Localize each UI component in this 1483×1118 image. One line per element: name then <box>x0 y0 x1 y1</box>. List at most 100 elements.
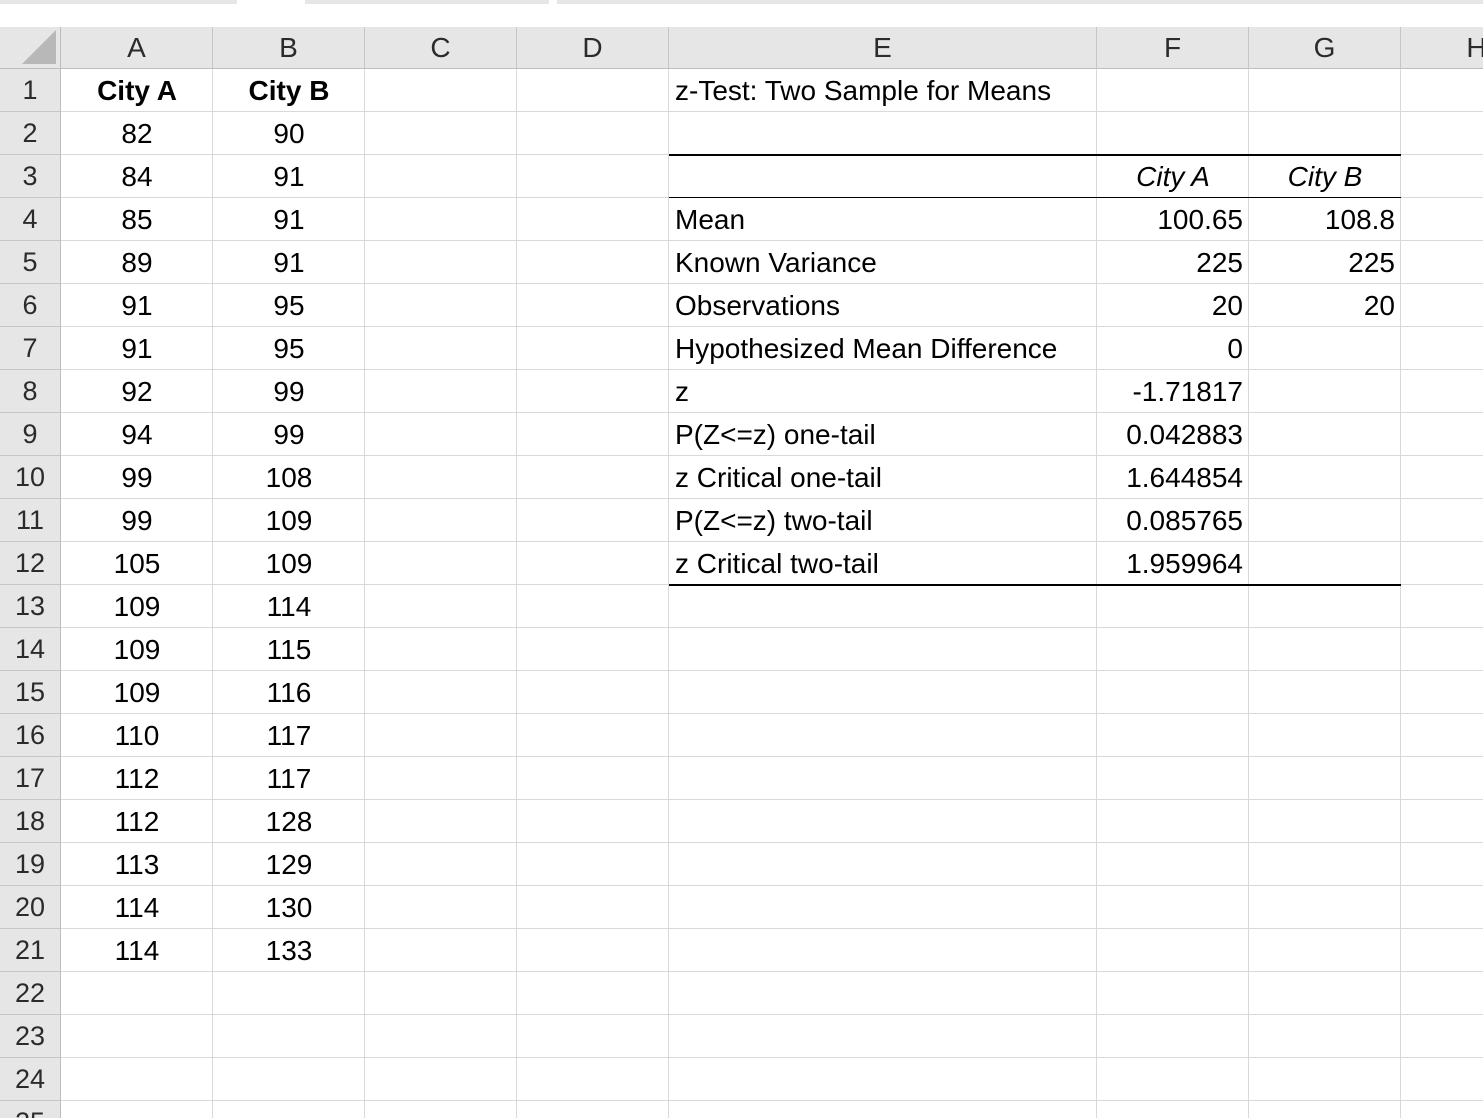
row-header-20[interactable]: 20 <box>0 886 61 929</box>
ztest-value-city-b[interactable] <box>1249 327 1401 370</box>
ztest-title[interactable]: z-Test: Two Sample for Means <box>669 69 1097 112</box>
cell-a16[interactable]: 110 <box>61 714 213 757</box>
cell-b12[interactable]: 109 <box>213 542 365 585</box>
ztest-row-label[interactable]: Mean <box>669 198 1097 241</box>
ztest-value-city-a[interactable]: 225 <box>1097 241 1249 284</box>
ztest-value-city-a[interactable]: 0.042883 <box>1097 413 1249 456</box>
ztest-row-label[interactable]: z Critical one-tail <box>669 456 1097 499</box>
column-header-a[interactable]: A <box>61 27 213 69</box>
cell-a3[interactable]: 84 <box>61 155 213 198</box>
cell-b14[interactable]: 115 <box>213 628 365 671</box>
cell-a18[interactable]: 112 <box>61 800 213 843</box>
cell-b18[interactable]: 128 <box>213 800 365 843</box>
ztest-value-city-b[interactable] <box>1249 456 1401 499</box>
row-header-9[interactable]: 9 <box>0 413 61 456</box>
cell-b5[interactable]: 91 <box>213 241 365 284</box>
ztest-value-city-b[interactable]: 108.8 <box>1249 198 1401 241</box>
row-header-11[interactable]: 11 <box>0 499 61 542</box>
ztest-row-label[interactable]: Observations <box>669 284 1097 327</box>
cell-a15[interactable]: 109 <box>61 671 213 714</box>
cell-b3[interactable]: 91 <box>213 155 365 198</box>
cell-a14[interactable]: 109 <box>61 628 213 671</box>
cell-a5[interactable]: 89 <box>61 241 213 284</box>
cell-b20[interactable]: 130 <box>213 886 365 929</box>
ztest-row-label[interactable]: P(Z<=z) two-tail <box>669 499 1097 542</box>
cell-a6[interactable]: 91 <box>61 284 213 327</box>
cell-b10[interactable]: 108 <box>213 456 365 499</box>
ztest-value-city-b[interactable]: 20 <box>1249 284 1401 327</box>
cell-b11[interactable]: 109 <box>213 499 365 542</box>
row-header-17[interactable]: 17 <box>0 757 61 800</box>
row-header-23[interactable]: 23 <box>0 1015 61 1058</box>
row-header-1[interactable]: 1 <box>0 69 61 112</box>
row-header-16[interactable]: 16 <box>0 714 61 757</box>
cell-b21[interactable]: 133 <box>213 929 365 972</box>
column-header-h[interactable]: H <box>1401 27 1483 69</box>
ztest-value-city-a[interactable]: 0 <box>1097 327 1249 370</box>
ztest-value-city-a[interactable]: 1.959964 <box>1097 542 1249 585</box>
column-header-c[interactable]: C <box>365 27 517 69</box>
cell-a19[interactable]: 113 <box>61 843 213 886</box>
select-all-corner[interactable] <box>0 27 61 69</box>
row-header-10[interactable]: 10 <box>0 456 61 499</box>
cell-a12[interactable]: 105 <box>61 542 213 585</box>
ztest-col-header-city-a[interactable]: City A <box>1097 155 1249 198</box>
cell-a8[interactable]: 92 <box>61 370 213 413</box>
ztest-value-city-a[interactable]: 1.644854 <box>1097 456 1249 499</box>
row-header-21[interactable]: 21 <box>0 929 61 972</box>
cell-a2[interactable]: 82 <box>61 112 213 155</box>
row-header-22[interactable]: 22 <box>0 972 61 1015</box>
row-header-8[interactable]: 8 <box>0 370 61 413</box>
ztest-value-city-b[interactable]: 225 <box>1249 241 1401 284</box>
row-header-6[interactable]: 6 <box>0 284 61 327</box>
row-header-2[interactable]: 2 <box>0 112 61 155</box>
ztest-row-label[interactable]: z Critical two-tail <box>669 542 1097 585</box>
cell-b17[interactable]: 117 <box>213 757 365 800</box>
cell-a13[interactable]: 109 <box>61 585 213 628</box>
cell-b1-header[interactable]: City B <box>213 69 365 112</box>
cell-b2[interactable]: 90 <box>213 112 365 155</box>
column-header-e[interactable]: E <box>669 27 1097 69</box>
ztest-col-header-city-b[interactable]: City B <box>1249 155 1401 198</box>
cell-a7[interactable]: 91 <box>61 327 213 370</box>
ztest-value-city-a[interactable]: 100.65 <box>1097 198 1249 241</box>
cell-b13[interactable]: 114 <box>213 585 365 628</box>
ztest-value-city-b[interactable] <box>1249 499 1401 542</box>
row-header-5[interactable]: 5 <box>0 241 61 284</box>
cell-a9[interactable]: 94 <box>61 413 213 456</box>
ztest-row-label[interactable]: z <box>669 370 1097 413</box>
ztest-value-city-a[interactable]: 20 <box>1097 284 1249 327</box>
row-header-25[interactable]: 25 <box>0 1101 61 1118</box>
ztest-value-city-b[interactable] <box>1249 542 1401 585</box>
row-header-15[interactable]: 15 <box>0 671 61 714</box>
cell-b8[interactable]: 99 <box>213 370 365 413</box>
row-header-7[interactable]: 7 <box>0 327 61 370</box>
row-header-4[interactable]: 4 <box>0 198 61 241</box>
cell-a20[interactable]: 114 <box>61 886 213 929</box>
cell-a10[interactable]: 99 <box>61 456 213 499</box>
row-header-13[interactable]: 13 <box>0 585 61 628</box>
ztest-value-city-a[interactable]: 0.085765 <box>1097 499 1249 542</box>
cell-a4[interactable]: 85 <box>61 198 213 241</box>
row-header-3[interactable]: 3 <box>0 155 61 198</box>
row-header-14[interactable]: 14 <box>0 628 61 671</box>
row-header-12[interactable]: 12 <box>0 542 61 585</box>
ztest-value-city-b[interactable] <box>1249 413 1401 456</box>
column-header-b[interactable]: B <box>213 27 365 69</box>
cell-b7[interactable]: 95 <box>213 327 365 370</box>
cell-b9[interactable]: 99 <box>213 413 365 456</box>
cell-a21[interactable]: 114 <box>61 929 213 972</box>
ztest-value-city-b[interactable] <box>1249 370 1401 413</box>
row-header-24[interactable]: 24 <box>0 1058 61 1101</box>
column-header-g[interactable]: G <box>1249 27 1401 69</box>
ztest-value-city-a[interactable]: -1.71817 <box>1097 370 1249 413</box>
column-header-d[interactable]: D <box>517 27 669 69</box>
cell-b6[interactable]: 95 <box>213 284 365 327</box>
ztest-row-label[interactable]: Hypothesized Mean Difference <box>669 327 1097 370</box>
cell-a17[interactable]: 112 <box>61 757 213 800</box>
cell-b15[interactable]: 116 <box>213 671 365 714</box>
cell-b16[interactable]: 117 <box>213 714 365 757</box>
cell-a11[interactable]: 99 <box>61 499 213 542</box>
cell-b19[interactable]: 129 <box>213 843 365 886</box>
cell-b4[interactable]: 91 <box>213 198 365 241</box>
